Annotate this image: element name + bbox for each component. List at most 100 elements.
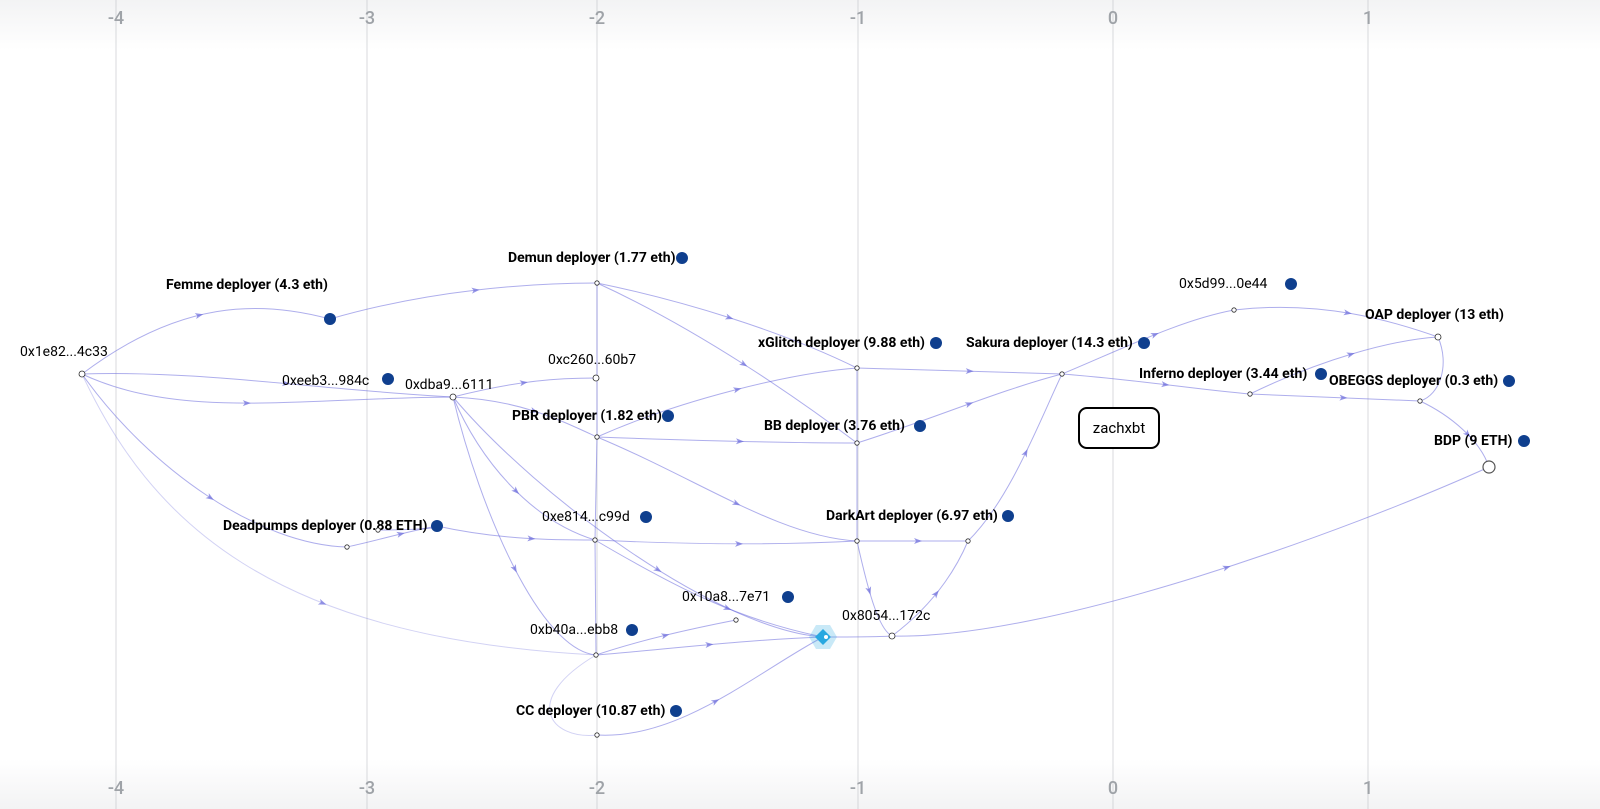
axis-tick-bottom: -3	[359, 778, 375, 799]
node-label-n_obeggs: OBEGGS deployer (0.3 eth)	[1329, 373, 1498, 389]
edge	[1250, 394, 1420, 401]
node-n_eeb3[interactable]	[382, 373, 394, 385]
axis-tick-bottom: 0	[1108, 778, 1118, 799]
node-n_sakura[interactable]	[1138, 337, 1150, 349]
node-j_k	[966, 539, 970, 543]
edge	[595, 540, 857, 544]
node-label-n_10a8: 0x10a8...7e71	[682, 589, 770, 605]
node-n_dba9[interactable]	[450, 394, 456, 400]
edge	[892, 467, 1489, 636]
edge	[82, 308, 330, 374]
edge-arrow	[723, 604, 733, 613]
axis-tick-bottom: -2	[589, 778, 605, 799]
edge-arrow	[732, 499, 742, 508]
edge	[82, 373, 453, 397]
axis-tick-bottom: -4	[108, 778, 124, 799]
node-label-n_demun: Demun deployer (1.77 eth)	[508, 250, 676, 266]
edge-arrow	[1150, 330, 1160, 339]
node-n_1e82[interactable]	[79, 371, 85, 377]
node-n_obeggs[interactable]	[1503, 375, 1515, 387]
edge-arrow	[865, 586, 873, 595]
node-j_e	[345, 545, 349, 549]
node-label-n_bb: BB deployer (3.76 eth)	[764, 418, 905, 434]
kucoin-icon[interactable]	[809, 625, 837, 649]
node-n_5d99[interactable]	[1285, 278, 1297, 290]
node-label-n_cc: CC deployer (10.87 eth)	[516, 703, 665, 719]
edge-arrow	[1222, 563, 1231, 571]
node-j_p	[595, 733, 599, 737]
edge-arrow	[1021, 448, 1030, 458]
edge-arrow	[725, 314, 734, 322]
axis-tick-top: -2	[589, 8, 605, 29]
edge-arrow	[711, 697, 721, 706]
node-n_femme[interactable]	[324, 313, 336, 325]
node-n_demun[interactable]	[676, 252, 688, 264]
edge-arrow	[661, 631, 670, 639]
node-n_oap[interactable]	[1435, 334, 1441, 340]
node-n_8054[interactable]	[889, 633, 895, 639]
node-label-n_darkart: DarkArt deployer (6.97 eth)	[826, 508, 998, 524]
node-j_m	[1232, 308, 1236, 312]
bottom-border	[0, 759, 1600, 809]
axis-tick-top: 0	[1108, 8, 1118, 29]
node-label-n_5d99: 0x5d99...0e44	[1179, 276, 1268, 292]
node-n_cc[interactable]	[670, 705, 682, 717]
node-j_j	[855, 539, 859, 543]
node-j_i	[855, 441, 859, 445]
node-n_e814[interactable]	[640, 511, 652, 523]
node-j_n	[1248, 392, 1252, 396]
node-j_c	[593, 538, 597, 542]
node-label-n_dba9: 0xdba9...6111	[405, 377, 493, 393]
edge-arrow	[965, 400, 975, 408]
transaction-graph[interactable]: -4-3-2-101 -4-3-2-101 0x1e82...4c33Femme…	[0, 0, 1600, 809]
edge	[597, 437, 857, 541]
node-n_deadp[interactable]	[431, 520, 443, 532]
node-j_f	[376, 528, 380, 532]
node-j_d	[594, 653, 598, 657]
top-border	[0, 0, 1600, 50]
node-label-n_c260: 0xc260...60b7	[548, 352, 636, 368]
axis-tick-top: -3	[359, 8, 375, 29]
node-j_g	[734, 618, 738, 622]
axis-tick-top: 1	[1363, 8, 1373, 29]
node-j_o	[1418, 399, 1422, 403]
node-n_b40a[interactable]	[626, 624, 638, 636]
node-n_bdp_open[interactable]	[1483, 461, 1495, 473]
node-n_bdp[interactable]	[1518, 435, 1530, 447]
edge-arrow	[195, 311, 204, 319]
edge-arrow	[1346, 350, 1355, 358]
edge	[82, 374, 453, 403]
node-j_l	[1060, 372, 1064, 376]
node-label-n_bdp: BDP (9 ETH)	[1434, 433, 1513, 449]
node-n_c260[interactable]	[593, 375, 599, 381]
node-label-n_8054: 0x8054...172c	[842, 608, 930, 624]
node-label-n_b40a: 0xb40a...ebb8	[530, 622, 618, 638]
node-label-n_1e82: 0x1e82...4c33	[20, 344, 108, 360]
edge	[550, 655, 597, 735]
edge-arrow	[318, 599, 328, 608]
node-label-n_xglitch: xGlitch deployer (9.88 eth)	[758, 335, 925, 351]
node-n_bb[interactable]	[914, 420, 926, 432]
node-j_a	[595, 281, 599, 285]
node-n_xglitch[interactable]	[930, 337, 942, 349]
edge-arrow	[510, 564, 519, 574]
credit-box: zachxbt	[1079, 408, 1159, 448]
gridlines	[116, 0, 1368, 809]
edge-arrow	[733, 385, 742, 393]
node-n_pbr[interactable]	[662, 410, 674, 422]
node-n_darkart[interactable]	[1002, 510, 1014, 522]
edge-arrow	[206, 493, 216, 502]
node-label-n_e814: 0xe814...c99d	[542, 509, 630, 525]
node-label-n_eeb3: 0xeeb3...984c	[282, 373, 369, 389]
node-j_b	[595, 435, 599, 439]
node-n_10a8[interactable]	[782, 591, 794, 603]
nodes: 0x1e82...4c33 Femme deployer (4.3 eth) 0xe…	[20, 250, 1530, 737]
node-n_inferno[interactable]	[1315, 368, 1327, 380]
edge	[597, 437, 857, 443]
node-label-n_oap: OAP deployer (13 eth)	[1365, 307, 1504, 323]
edge	[1420, 337, 1443, 401]
node-label-n_sakura: Sakura deployer (14.3 eth)	[966, 335, 1133, 351]
axis-tick-top: -4	[108, 8, 124, 29]
edge	[857, 368, 1062, 374]
node-label-n_femme: Femme deployer (4.3 eth)	[166, 277, 328, 293]
